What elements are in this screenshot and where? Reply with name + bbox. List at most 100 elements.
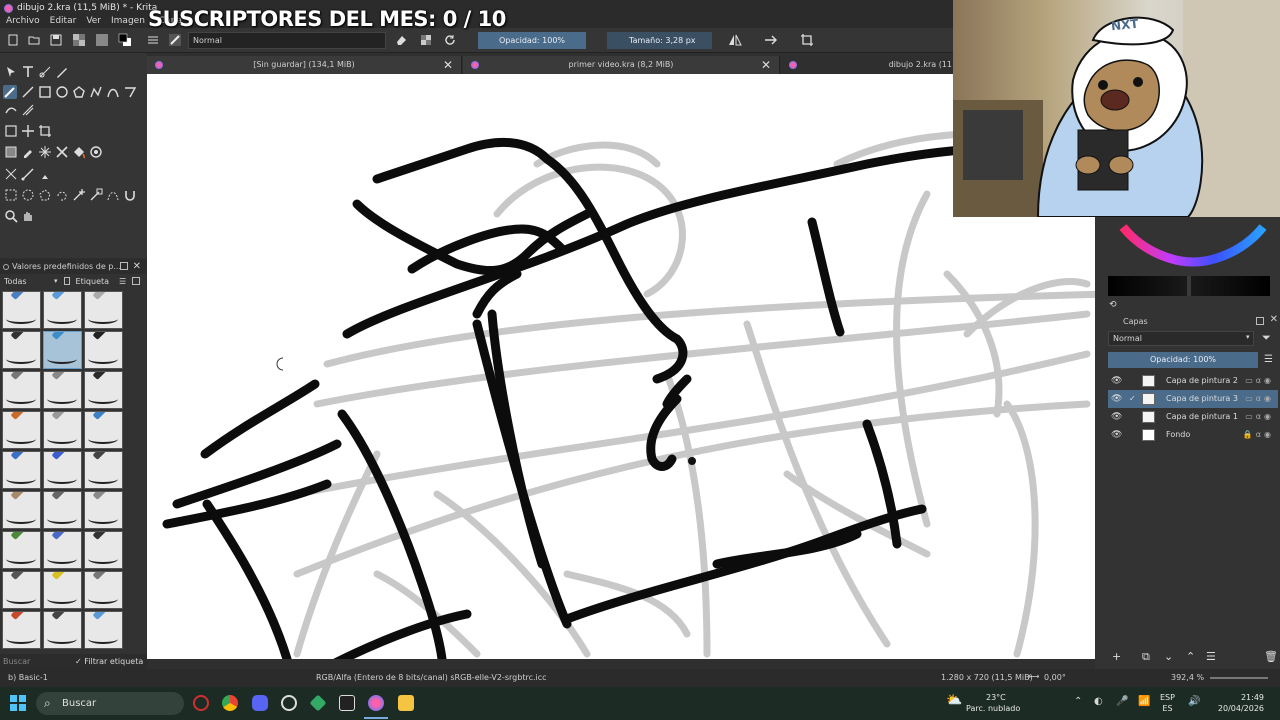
add-layer-icon[interactable]: + [1112, 650, 1121, 663]
filter-icon[interactable]: ⏷ [1262, 331, 1271, 345]
brush-preset-item[interactable] [2, 371, 41, 409]
transform-icon[interactable] [4, 124, 18, 138]
pattern-fill-icon[interactable] [55, 145, 69, 159]
layer-lock-icons[interactable]: 🔒α◉ [1243, 426, 1274, 444]
delete-layer-icon[interactable]: 🗑 [1264, 650, 1278, 663]
measure-tool-icon[interactable] [21, 167, 35, 181]
brush-settings-icon[interactable] [146, 33, 160, 47]
brush-preset-item[interactable] [2, 291, 41, 329]
taskbar-search[interactable]: ⌕ Buscar [36, 692, 184, 715]
brush-preset-item[interactable] [2, 451, 41, 489]
chevron-up-icon[interactable]: ⌃ [1074, 696, 1082, 707]
layer-row[interactable]: 👁 ✓ Capa de pintura 3 ▭α◉ [1108, 390, 1278, 408]
clock[interactable]: 21:49 20/04/2026 [1218, 692, 1264, 714]
chrome-app-icon[interactable] [222, 695, 238, 711]
brush-preset-item[interactable] [84, 451, 123, 489]
mirror-horizontal-icon[interactable] [728, 33, 742, 47]
brush-preset-item[interactable] [2, 491, 41, 529]
dynamic-brush-icon[interactable] [4, 103, 18, 117]
new-document-icon[interactable] [6, 33, 20, 47]
rect-select-icon[interactable] [4, 188, 18, 202]
save-icon[interactable] [49, 33, 63, 47]
refresh-icon[interactable]: ⟲ [1109, 300, 1117, 310]
brush-preset-item[interactable] [43, 411, 82, 449]
brush-filter-select[interactable]: Todas [4, 277, 48, 286]
brush-preset-item[interactable] [43, 451, 82, 489]
color-history-handle[interactable] [1187, 276, 1191, 296]
pan-tool-icon[interactable] [21, 209, 35, 223]
layer-row[interactable]: 👁 Capa de pintura 1 ▭α◉ [1108, 408, 1278, 426]
layer-row[interactable]: 👁 Fondo 🔒α◉ [1108, 426, 1278, 444]
freehand-path-icon[interactable] [123, 85, 137, 99]
chevron-down-icon[interactable]: ▾ [1246, 333, 1250, 341]
text-tool-icon[interactable] [21, 65, 35, 79]
brush-preset-item[interactable] [84, 491, 123, 529]
opacity-slider[interactable]: Opacidad: 100% [478, 32, 586, 49]
brush-tag-select[interactable]: Etiqueta [76, 277, 110, 286]
brush-status[interactable]: b) Basic-1 [8, 673, 48, 682]
storage-icon[interactable] [132, 277, 141, 285]
close-tab-icon[interactable]: ✕ [443, 56, 453, 74]
windows-start-icon[interactable] [10, 695, 26, 714]
zoom-status[interactable]: 392,4 % [1171, 673, 1204, 682]
tab-dibujo-2[interactable]: dibujo 2.kra (11 [781, 56, 955, 74]
docker-handle-icon[interactable] [3, 264, 9, 270]
color-wheel-ring[interactable] [1105, 217, 1275, 267]
layer-opacity-slider[interactable]: Opacidad: 100% [1108, 352, 1258, 368]
zoom-slider[interactable] [1210, 677, 1268, 679]
multibrush-icon[interactable] [21, 103, 35, 117]
chevron-down-icon[interactable]: ▾ [54, 277, 58, 285]
move-icon[interactable] [21, 124, 35, 138]
brush-preset-item[interactable] [84, 571, 123, 609]
polygon-tool-icon[interactable] [72, 85, 86, 99]
bezier-select-icon[interactable] [106, 188, 120, 202]
weather-widget[interactable]: ⛅ 23°C Parc. nublado [946, 692, 1020, 714]
krita-app-icon[interactable] [368, 695, 384, 711]
brush-preset-item[interactable] [2, 411, 41, 449]
float-docker-icon[interactable] [120, 262, 128, 270]
select-shapes-icon[interactable] [4, 65, 18, 79]
filter-tag-checkbox[interactable]: ✓ Filtrar etiqueta [75, 657, 143, 666]
open-folder-icon[interactable] [27, 33, 41, 47]
similar-select-icon[interactable] [89, 188, 103, 202]
blend-mode-select[interactable]: Normal [188, 32, 386, 49]
duplicate-layer-icon[interactable]: ⧉ [1142, 650, 1150, 664]
rectangle-tool-icon[interactable] [38, 85, 52, 99]
brush-preset-icon[interactable] [168, 33, 182, 47]
visibility-eye-icon[interactable]: 👁 [1111, 412, 1122, 422]
menu-imagen[interactable]: Imagen [111, 16, 145, 28]
crop-tool-icon[interactable] [38, 124, 52, 138]
menu-editar[interactable]: Editar [50, 16, 77, 28]
tray-icon[interactable]: ◐ [1094, 696, 1103, 707]
brush-preset-item[interactable] [84, 531, 123, 569]
assistant-tool-icon[interactable] [4, 167, 18, 181]
brush-preset-item[interactable] [2, 611, 41, 649]
brush-preset-item[interactable] [84, 411, 123, 449]
file-explorer-icon[interactable] [398, 695, 414, 711]
visibility-eye-icon[interactable]: 👁 [1111, 394, 1122, 404]
eraser-mode-icon[interactable] [394, 33, 408, 47]
gradient-icon[interactable] [72, 33, 86, 47]
brush-preset-item[interactable] [43, 611, 82, 649]
smart-patch-icon[interactable] [38, 145, 52, 159]
move-up-icon[interactable]: ⌃ [1186, 650, 1195, 663]
rotation-status[interactable]: 0,00° [1044, 673, 1066, 682]
magnetic-select-icon[interactable] [123, 188, 137, 202]
freehand-brush-icon[interactable] [3, 85, 17, 99]
calligraphy-icon[interactable] [55, 65, 69, 79]
move-down-icon[interactable]: ⌄ [1164, 650, 1173, 663]
visibility-eye-icon[interactable]: 👁 [1111, 376, 1122, 386]
float-docker-icon[interactable] [1256, 317, 1264, 325]
layer-lock-alpha-icons[interactable]: ▭α◉ [1245, 372, 1274, 390]
edit-shapes-icon[interactable] [38, 65, 52, 79]
fill-bucket-icon[interactable] [72, 145, 86, 159]
brush-preset-item[interactable] [84, 291, 123, 329]
opera-app-icon[interactable] [193, 695, 209, 711]
tab-sin-guardar[interactable]: [Sin guardar] (134,1 MiB) ✕ [147, 56, 462, 74]
fg-bg-color-icon[interactable] [118, 33, 132, 47]
mirror-vertical-icon[interactable] [764, 33, 778, 47]
color-selector[interactable] [1105, 217, 1275, 267]
ellipse-select-icon[interactable] [21, 188, 35, 202]
color-picker-icon[interactable] [21, 145, 35, 159]
polyline-tool-icon[interactable] [89, 85, 103, 99]
